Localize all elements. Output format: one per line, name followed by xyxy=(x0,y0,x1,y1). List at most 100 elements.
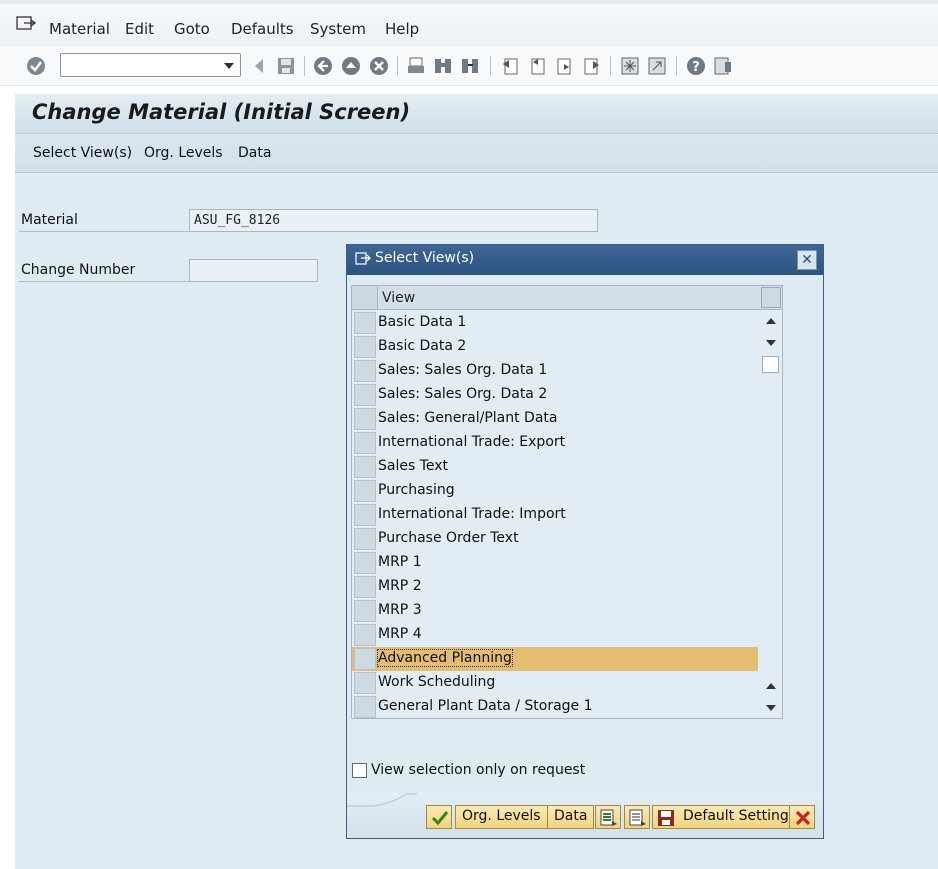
row-selector[interactable] xyxy=(354,696,376,718)
table-row-highlighted[interactable]: Advanced Planning xyxy=(352,647,758,671)
shortcut-icon[interactable] xyxy=(647,56,667,76)
row-selector[interactable] xyxy=(354,528,376,550)
menu-system[interactable]: System xyxy=(310,20,366,38)
save-icon[interactable] xyxy=(276,56,296,76)
customize-layout-icon[interactable] xyxy=(713,56,733,76)
views-table: View Basic Data 1 Basic Data 2 Sales: Sa… xyxy=(351,285,783,719)
scroll-up-icon[interactable] xyxy=(766,318,776,324)
deselect-all-icon xyxy=(629,809,646,826)
org-levels-button[interactable]: Org. Levels xyxy=(144,145,223,161)
table-row[interactable]: General Plant Data / Storage 1 xyxy=(352,695,758,719)
table-row[interactable]: MRP 4 xyxy=(352,623,758,647)
view-name: MRP 3 xyxy=(378,602,422,618)
row-selector[interactable] xyxy=(354,408,376,430)
create-session-icon[interactable] xyxy=(620,56,640,76)
default-setting-button[interactable]: Default Setting xyxy=(652,805,796,829)
table-settings-icon[interactable] xyxy=(761,287,781,308)
change-number-label-underline xyxy=(19,281,189,282)
back-icon[interactable] xyxy=(313,56,333,76)
column-header-view[interactable]: View xyxy=(382,290,415,306)
default-setting-label: Default Setting xyxy=(683,808,789,824)
table-row[interactable]: Purchasing xyxy=(352,479,758,503)
system-menu-icon[interactable] xyxy=(16,16,36,32)
table-row[interactable]: MRP 3 xyxy=(352,599,758,623)
table-row[interactable]: Work Scheduling xyxy=(352,671,758,695)
view-name: Sales: Sales Org. Data 1 xyxy=(378,362,548,378)
row-selector[interactable] xyxy=(354,360,376,382)
table-row[interactable]: Sales: Sales Org. Data 2 xyxy=(352,383,758,407)
table-row[interactable]: MRP 2 xyxy=(352,575,758,599)
row-selector[interactable] xyxy=(354,576,376,598)
page-up-icon[interactable] xyxy=(766,683,776,689)
view-selection-label: View selection only on request xyxy=(371,762,586,778)
table-row[interactable]: Basic Data 2 xyxy=(352,335,758,359)
select-all-views-button[interactable] xyxy=(595,805,621,829)
table-row[interactable]: Sales: General/Plant Data xyxy=(352,407,758,431)
find-icon[interactable] xyxy=(433,56,453,76)
scroll-thumb[interactable] xyxy=(762,356,779,373)
row-selector[interactable] xyxy=(354,552,376,574)
row-selector[interactable] xyxy=(354,504,376,526)
dialog-title-bar[interactable]: Select View(s) ✕ xyxy=(347,245,823,275)
view-name: Purchasing xyxy=(378,482,455,498)
table-row[interactable]: Basic Data 1 xyxy=(352,311,758,335)
row-selector[interactable] xyxy=(354,312,376,334)
row-selector[interactable] xyxy=(354,336,376,358)
command-field[interactable] xyxy=(60,53,241,77)
cancel-icon[interactable] xyxy=(369,56,389,76)
first-page-icon[interactable] xyxy=(500,56,520,76)
row-selector[interactable] xyxy=(354,672,376,694)
close-icon[interactable]: ✕ xyxy=(797,250,817,270)
data-dialog-button[interactable]: Data xyxy=(547,805,595,829)
org-levels-dialog-button[interactable]: Org. Levels xyxy=(455,805,548,829)
enter-icon[interactable] xyxy=(26,56,46,76)
row-selector[interactable] xyxy=(354,600,376,622)
row-selector[interactable] xyxy=(354,456,376,478)
menu-help[interactable]: Help xyxy=(385,20,419,38)
menu-material[interactable]: Material xyxy=(49,20,110,38)
print-icon[interactable] xyxy=(406,56,426,76)
vertical-scrollbar[interactable] xyxy=(760,310,782,718)
dialog-menu-icon[interactable] xyxy=(355,252,371,266)
menu-defaults[interactable]: Defaults xyxy=(231,20,294,38)
row-selector[interactable] xyxy=(354,384,376,406)
deselect-all-views-button[interactable] xyxy=(624,805,650,829)
menu-edit[interactable]: Edit xyxy=(125,20,154,38)
chevron-down-icon[interactable] xyxy=(224,63,234,69)
select-views-button[interactable]: Select View(s) xyxy=(33,145,132,161)
row-selector[interactable] xyxy=(354,624,376,646)
application-toolbar: Select View(s) Org. Levels Data xyxy=(15,135,938,173)
view-selection-checkbox[interactable] xyxy=(352,763,367,778)
last-page-icon[interactable] xyxy=(582,56,602,76)
table-row[interactable]: International Trade: Export xyxy=(352,431,758,455)
next-page-icon[interactable] xyxy=(555,56,575,76)
menu-goto[interactable]: Goto xyxy=(174,20,210,38)
view-name: International Trade: Import xyxy=(378,506,566,522)
row-selector[interactable] xyxy=(354,648,376,670)
cancel-button[interactable] xyxy=(789,805,815,829)
table-row[interactable]: Sales Text xyxy=(352,455,758,479)
page-down-icon[interactable] xyxy=(766,705,776,711)
table-row[interactable]: Sales: Sales Org. Data 1 xyxy=(352,359,758,383)
previous-page-icon[interactable] xyxy=(527,56,547,76)
scroll-down-icon[interactable] xyxy=(766,340,776,346)
select-all-button[interactable] xyxy=(352,286,378,309)
material-field[interactable]: ASU_FG_8126 xyxy=(189,209,598,232)
view-name: Sales Text xyxy=(378,458,449,474)
row-selector[interactable] xyxy=(354,432,376,454)
table-row[interactable]: Purchase Order Text xyxy=(352,527,758,551)
row-selector[interactable] xyxy=(354,480,376,502)
table-row[interactable]: International Trade: Import xyxy=(352,503,758,527)
table-row[interactable]: MRP 1 xyxy=(352,551,758,575)
exit-icon[interactable] xyxy=(341,56,361,76)
help-icon[interactable]: ? xyxy=(686,56,706,76)
find-next-icon[interactable] xyxy=(460,56,480,76)
data-button[interactable]: Data xyxy=(238,145,271,161)
change-number-field[interactable] xyxy=(189,259,318,282)
continue-button[interactable] xyxy=(426,805,452,829)
footer-divider xyxy=(347,793,417,807)
view-name: MRP 4 xyxy=(378,626,422,642)
material-label-underline xyxy=(19,231,189,232)
back-arrow-icon[interactable] xyxy=(250,56,270,76)
view-name: General Plant Data / Storage 1 xyxy=(378,698,593,714)
